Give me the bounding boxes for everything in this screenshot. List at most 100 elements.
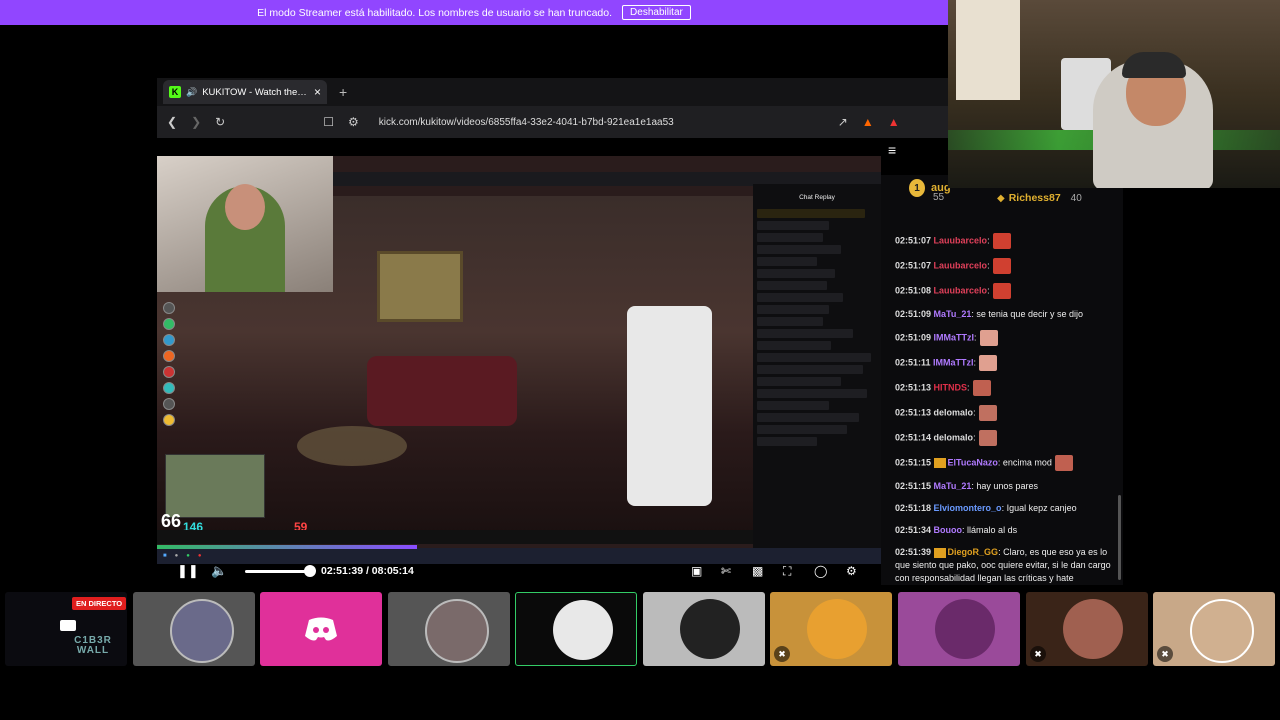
chat-username[interactable]: MaTu_21 xyxy=(934,309,972,319)
chat-username[interactable]: MaTu_21 xyxy=(934,481,972,491)
avatar xyxy=(807,599,867,659)
inner-chat-line xyxy=(757,389,868,398)
participant-tile[interactable] xyxy=(643,592,765,666)
chat-timestamp: 02:51:15 xyxy=(895,457,932,468)
tab-title: KUKITOW - Watch the VOD o xyxy=(202,86,309,98)
participant-tile[interactable]: ✖ xyxy=(1026,592,1148,666)
room-window xyxy=(956,0,1020,100)
video-player[interactable]: 66 146 59 Chat Replay ■ ● ● ● xyxy=(157,156,881,564)
chat-username[interactable]: delomalo xyxy=(934,407,974,417)
chat-timestamp: 02:51:08 xyxy=(895,285,932,296)
chat-message: 02:51:11 IMMaTTzI: xyxy=(895,355,1113,371)
chat-message: 02:51:09 IMMaTTzI: xyxy=(895,330,1113,346)
forward-icon[interactable]: ❯ xyxy=(191,115,201,129)
chat-username[interactable]: IMMaTTzI xyxy=(934,332,975,342)
chat-text: : xyxy=(987,285,990,296)
hud-icon xyxy=(163,366,175,378)
inner-player-controls xyxy=(157,530,753,544)
address-bar[interactable]: kick.com/kukitow/videos/6855ffa4-33e2-40… xyxy=(379,117,674,128)
chat-message: 02:51:07 Lauubarcelo: xyxy=(895,258,1113,274)
chat-message: 02:51:18 Elviomontero_o: Igual kepz canj… xyxy=(895,502,1113,515)
chat-username[interactable]: HITNDS xyxy=(934,382,968,392)
miniplayer-icon[interactable]: ▩ xyxy=(752,564,763,578)
new-tab-button[interactable]: + xyxy=(339,84,347,100)
inner-webcam xyxy=(157,156,333,292)
streamer-mode-message: El modo Streamer está habilitado. Los no… xyxy=(257,6,613,19)
inner-chat-line xyxy=(757,425,847,434)
muted-icon: ✖ xyxy=(774,646,790,662)
nav-bar: ❮ ❯ ↻ ☐ ⚙ kick.com/kukitow/videos/6855ff… xyxy=(157,106,948,138)
participant-tile[interactable] xyxy=(133,592,255,666)
chat-timestamp: 02:51:18 xyxy=(895,503,932,513)
avatar xyxy=(1190,599,1254,663)
hud-icon xyxy=(163,302,175,314)
participant-tile[interactable]: ✖ xyxy=(1153,592,1275,666)
emote-icon xyxy=(978,430,997,446)
emote-icon xyxy=(972,380,991,396)
chat-username[interactable]: IMMaTTzI xyxy=(933,357,974,367)
chat-username[interactable]: delomalo xyxy=(934,432,974,442)
chat-timestamp: 02:51:39 xyxy=(895,547,932,557)
chat-username[interactable]: Bouoo xyxy=(934,525,963,535)
extension-icon[interactable]: ▲ xyxy=(888,115,900,129)
participant-tile[interactable] xyxy=(388,592,510,666)
chat-text: : encima mod xyxy=(997,457,1052,468)
collapse-chat-icon[interactable]: ≡ xyxy=(888,142,896,158)
chat-username[interactable]: Lauubarcelo xyxy=(934,285,988,295)
inner-chat-line xyxy=(757,437,817,446)
hud-icon xyxy=(163,318,175,330)
participant-tile[interactable]: ✖ xyxy=(770,592,892,666)
theater-mode-icon[interactable]: ▣ xyxy=(691,564,702,578)
playback-speed-icon[interactable]: ◯ xyxy=(814,564,827,578)
inner-chat-line xyxy=(757,221,829,230)
chat-username[interactable]: Lauubarcelo xyxy=(934,260,988,270)
chat-timestamp: 02:51:15 xyxy=(895,481,932,491)
back-icon[interactable]: ❮ xyxy=(167,115,177,129)
pause-button[interactable]: ❚❚ xyxy=(177,563,199,579)
volume-slider[interactable] xyxy=(245,570,311,573)
fullscreen-icon[interactable]: ⛶ xyxy=(783,564,791,579)
leaderboard-rank-2: ◆ Richess87 40 xyxy=(997,192,1082,204)
leaderboard-rank-1: 1 aug xyxy=(909,179,951,197)
reload-icon[interactable]: ↻ xyxy=(215,115,225,129)
volume-slider-knob[interactable] xyxy=(304,565,316,577)
participant-tile-discord[interactable] xyxy=(260,592,382,666)
disable-streamer-mode-button[interactable]: Deshabilitar xyxy=(622,5,691,20)
participant-tile-cyberwall[interactable]: EN DIRECTO C1B3R WALL xyxy=(5,592,127,666)
chat-scrollbar[interactable] xyxy=(1118,495,1121,580)
chat-message: 02:51:07 Lauubarcelo: xyxy=(895,233,1113,249)
close-tab-icon[interactable]: × xyxy=(314,85,321,99)
chat-timestamp: 02:51:34 xyxy=(895,525,932,535)
chat-text: : Igual kepz canjeo xyxy=(1001,503,1077,513)
emote-icon xyxy=(992,233,1011,249)
discord-logo-icon xyxy=(305,617,337,641)
avatar xyxy=(425,599,489,663)
taskbar-icon: ● xyxy=(197,553,202,559)
chat-username[interactable]: DiegoR_GG xyxy=(948,547,999,557)
browser-tab[interactable]: K 🔊 KUKITOW - Watch the VOD o × xyxy=(163,80,327,104)
settings-gear-icon[interactable]: ⚙ xyxy=(846,564,857,578)
chat-text: : xyxy=(973,432,976,443)
chat-timestamp: 02:51:11 xyxy=(895,357,931,368)
share-icon[interactable]: ↗ xyxy=(838,115,848,129)
cyberwall-logo: C1B3R WALL xyxy=(74,635,112,656)
participant-tile[interactable] xyxy=(898,592,1020,666)
participant-tile-speaking[interactable] xyxy=(515,592,637,666)
emote-icon xyxy=(992,283,1011,299)
chat-username[interactable]: Elviomontero_o xyxy=(934,503,1002,513)
chat-panel: 1 aug 55 ◆ Richess87 40 02:51:07 Lauubar… xyxy=(881,175,1123,585)
kick-logo-icon: K xyxy=(169,86,181,98)
brave-shield-icon[interactable]: ▲ xyxy=(862,115,874,129)
chat-username[interactable]: Lauubarcelo xyxy=(934,235,988,245)
subscriber-badge-icon xyxy=(933,547,946,558)
minimap xyxy=(165,454,265,518)
clip-icon[interactable]: ✄ xyxy=(721,564,731,578)
site-info-icon[interactable]: ⚙ xyxy=(348,115,359,129)
seek-progress-bar[interactable] xyxy=(157,545,417,549)
chat-username[interactable]: ElTucaNazo xyxy=(948,457,998,467)
volume-icon[interactable]: 🔈 xyxy=(211,563,227,579)
chat-message: 02:51:14 delomalo: xyxy=(895,430,1113,446)
chat-timestamp: 02:51:14 xyxy=(895,432,932,443)
bookmark-icon[interactable]: ☐ xyxy=(323,115,334,129)
avatar xyxy=(1063,599,1123,659)
